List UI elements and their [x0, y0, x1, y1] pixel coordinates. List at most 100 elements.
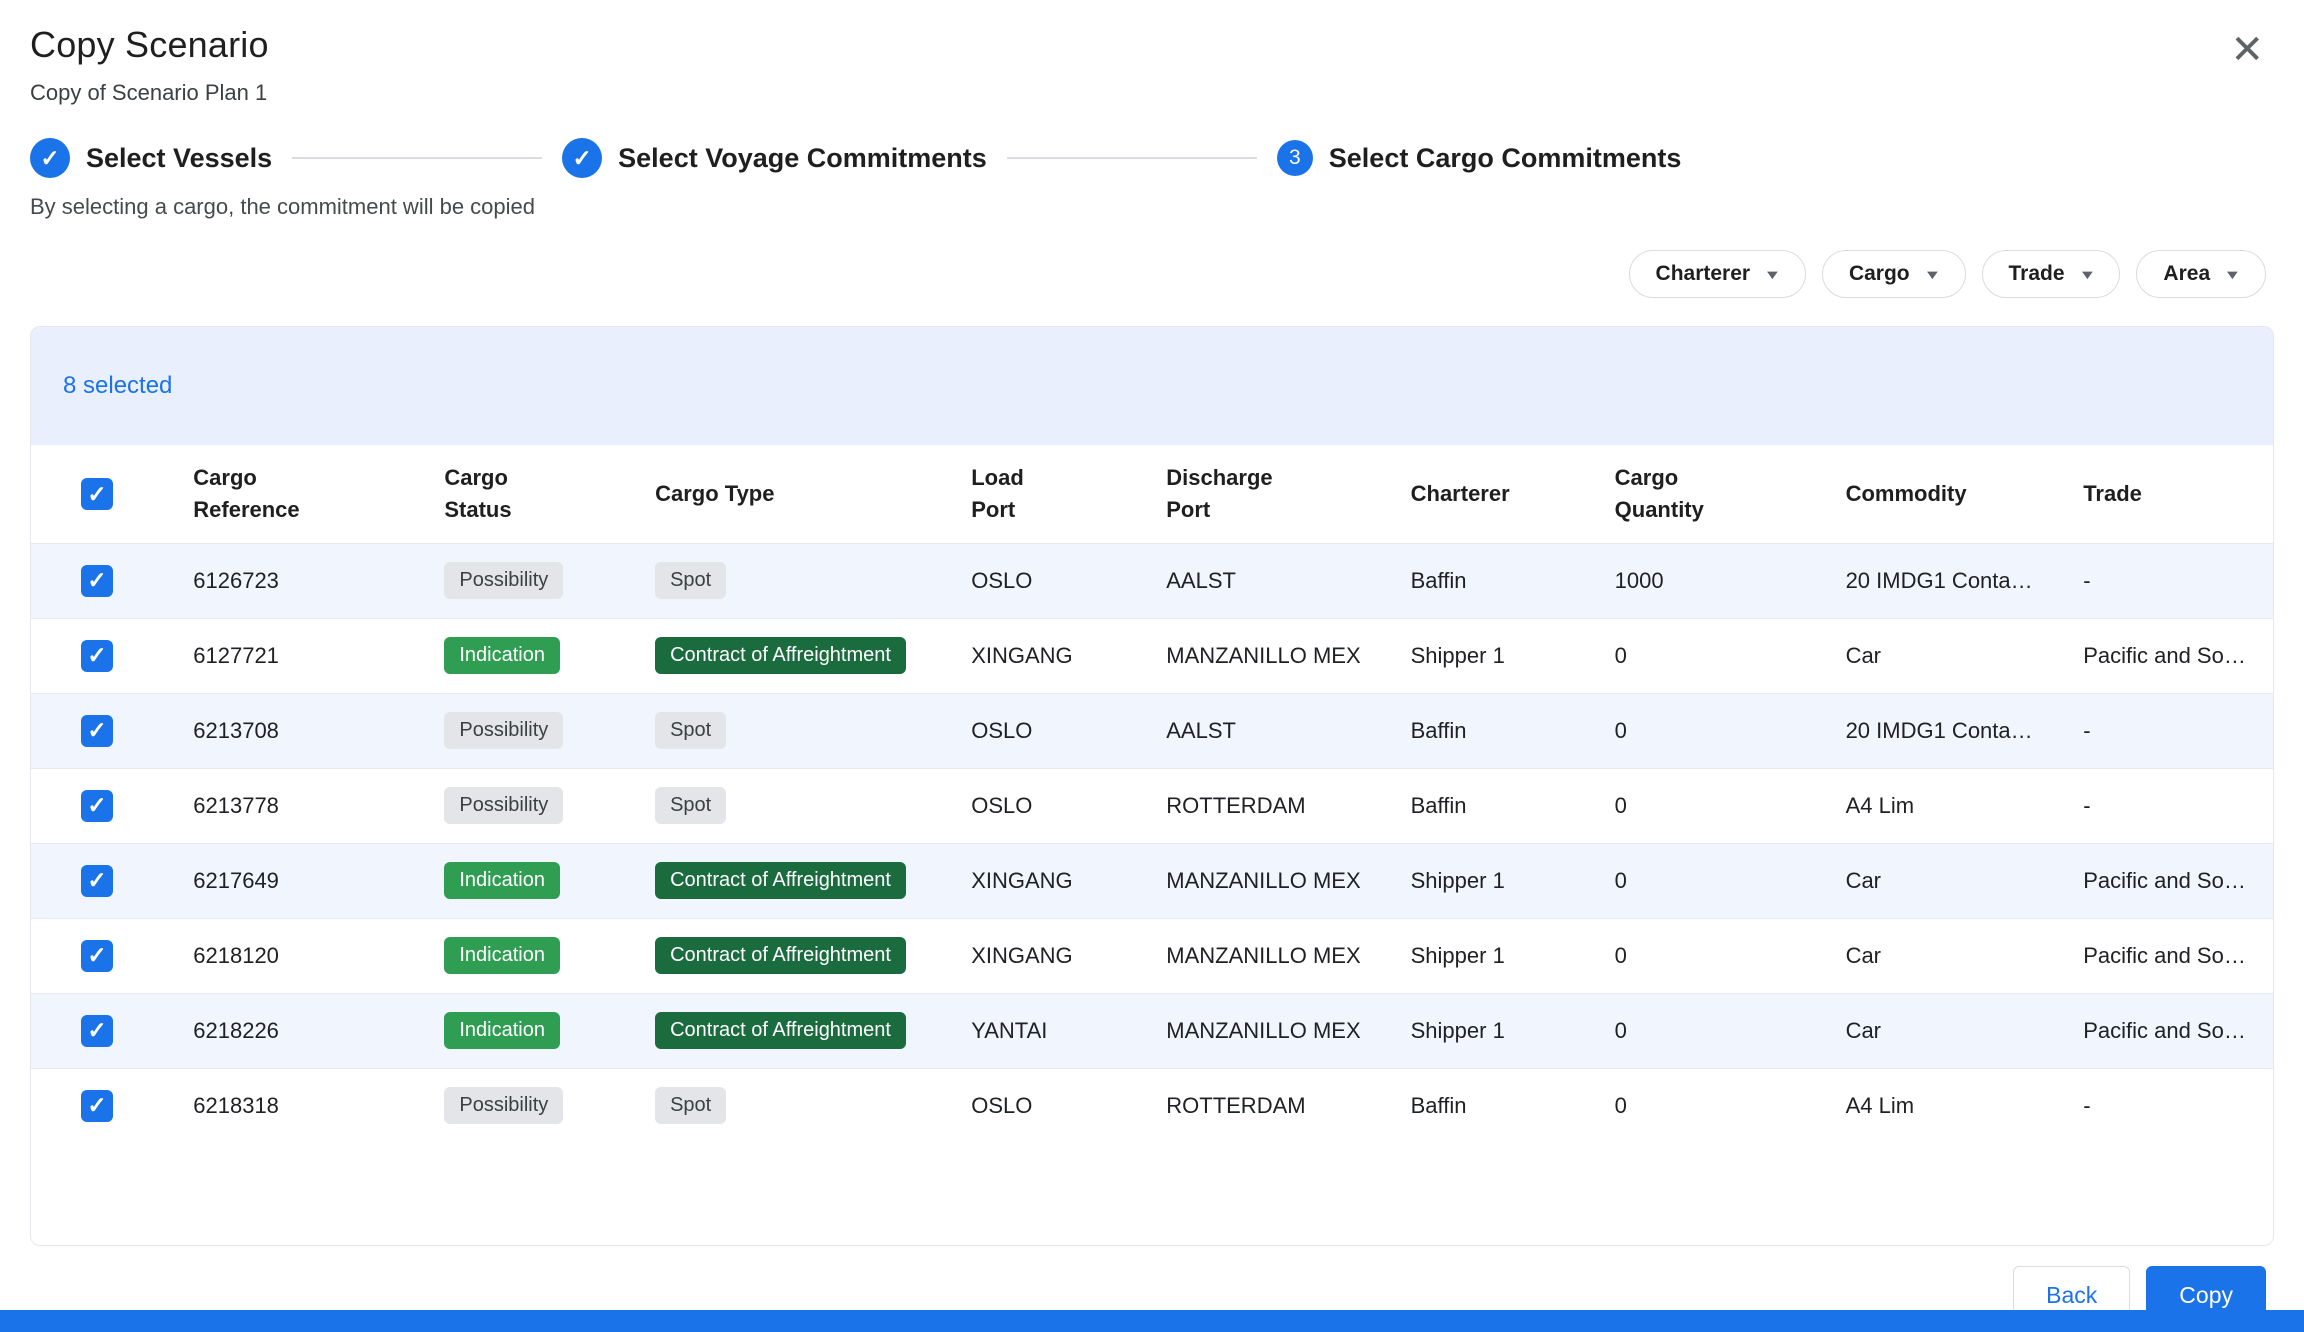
cell-cargo-type: Contract of Affreightment [625, 918, 941, 993]
cell-charterer: Shipper 1 [1381, 993, 1585, 1068]
cell-cargo-type: Contract of Affreightment [625, 618, 941, 693]
cell-cargo-type: Spot [625, 768, 941, 843]
cell-commodity: Car [1816, 618, 2054, 693]
column-header-cargo_type: Cargo Type [625, 445, 941, 543]
table-row[interactable]: ✓6213778PossibilitySpotOSLOROTTERDAMBaff… [31, 768, 2273, 843]
cell-commodity: A4 Lim [1816, 1068, 2054, 1143]
filter-row: Charterer▼ Cargo ▼ Trade▼ Area▼ [0, 250, 2266, 298]
cell-cargo-type: Contract of Affreightment [625, 843, 941, 918]
cargo-type-badge: Spot [655, 787, 726, 824]
filter-area-dropdown[interactable]: Area▼ [2136, 250, 2266, 298]
cargo-type-badge: Spot [655, 562, 726, 599]
row-checkbox[interactable]: ✓ [81, 640, 113, 672]
chevron-down-icon: ▼ [1764, 267, 1782, 282]
cell-load-port: OSLO [941, 693, 1136, 768]
cell-load-port: XINGANG [941, 618, 1136, 693]
cargo-status-badge: Indication [444, 862, 560, 899]
cargo-type-badge: Contract of Affreightment [655, 637, 906, 674]
selected-count: 8 selected [63, 372, 172, 400]
cargo-status-badge: Possibility [444, 787, 563, 824]
stepper-step-3[interactable]: 3Select Cargo Commitments [1277, 140, 1682, 176]
cargo-type-badge: Spot [655, 1087, 726, 1124]
cell-trade: - [2053, 543, 2273, 618]
row-checkbox[interactable]: ✓ [81, 940, 113, 972]
column-header-line: Commodity [1846, 478, 2054, 510]
cell-commodity: Car [1816, 993, 2054, 1068]
row-checkbox-cell: ✓ [31, 768, 163, 843]
cell-trade: Pacific and So… [2053, 618, 2273, 693]
cell-cargo-status: Possibility [414, 768, 625, 843]
cell-cargo-status: Indication [414, 918, 625, 993]
row-checkbox[interactable]: ✓ [81, 1015, 113, 1047]
step-complete-check-icon: ✓ [562, 138, 602, 178]
dialog-subtitle: Copy of Scenario Plan 1 [30, 80, 269, 106]
cell-charterer: Shipper 1 [1381, 843, 1585, 918]
cell-load-port: OSLO [941, 543, 1136, 618]
page-title: Copy Scenario [30, 24, 269, 66]
row-checkbox-cell: ✓ [31, 693, 163, 768]
cell-cargo-reference: 6213708 [163, 693, 414, 768]
table-header-row: ✓CargoReferenceCargoStatusCargo TypeLoad… [31, 445, 2273, 543]
filter-cargo-dropdown[interactable]: Cargo ▼ [1822, 250, 1966, 298]
chevron-down-icon: ▼ [1923, 267, 1941, 282]
column-header-load_port: LoadPort [941, 445, 1136, 543]
close-icon[interactable]: ✕ [2224, 24, 2270, 76]
cargo-type-badge: Contract of Affreightment [655, 862, 906, 899]
table-row[interactable]: ✓6126723PossibilitySpotOSLOAALSTBaffin10… [31, 543, 2273, 618]
select-all-checkbox[interactable]: ✓ [81, 478, 113, 510]
step-complete-check-icon: ✓ [30, 138, 70, 178]
cell-commodity: Car [1816, 843, 2054, 918]
column-header-charterer: Charterer [1381, 445, 1585, 543]
row-checkbox-cell: ✓ [31, 918, 163, 993]
filter-charterer-dropdown[interactable]: Charterer▼ [1629, 250, 1806, 298]
cell-cargo-quantity: 0 [1585, 918, 1816, 993]
cell-cargo-quantity: 0 [1585, 843, 1816, 918]
table-row[interactable]: ✓6213708PossibilitySpotOSLOAALSTBaffin02… [31, 693, 2273, 768]
table-row[interactable]: ✓6218318PossibilitySpotOSLOROTTERDAMBaff… [31, 1068, 2273, 1143]
cargo-status-badge: Indication [444, 1012, 560, 1049]
stepper-step-2[interactable]: ✓Select Voyage Commitments [562, 138, 987, 178]
row-checkbox[interactable]: ✓ [81, 715, 113, 747]
cell-cargo-reference: 6218318 [163, 1068, 414, 1143]
cell-cargo-reference: 6218120 [163, 918, 414, 993]
row-checkbox-cell: ✓ [31, 843, 163, 918]
filter-trade-dropdown[interactable]: Trade▼ [1982, 250, 2121, 298]
cell-discharge-port: MANZANILLO MEX [1136, 993, 1380, 1068]
cell-cargo-reference: 6126723 [163, 543, 414, 618]
cell-cargo-type: Spot [625, 543, 941, 618]
column-header-line: Status [444, 494, 625, 526]
row-checkbox[interactable]: ✓ [81, 865, 113, 897]
filter-label: Cargo [1849, 262, 1910, 286]
row-checkbox[interactable]: ✓ [81, 1090, 113, 1122]
stepper-step-1[interactable]: ✓ Select Vessels [30, 138, 272, 178]
row-checkbox[interactable]: ✓ [81, 565, 113, 597]
column-header-line: Load [971, 462, 1136, 494]
cell-cargo-reference: 6217649 [163, 843, 414, 918]
cargo-type-badge: Contract of Affreightment [655, 937, 906, 974]
step-label: Select Vessels [86, 143, 272, 174]
cell-commodity: 20 IMDG1 Conta… [1816, 693, 2054, 768]
column-header-discharge_port: DischargePort [1136, 445, 1380, 543]
cell-cargo-reference: 6213778 [163, 768, 414, 843]
column-header-line: Quantity [1615, 494, 1816, 526]
cell-load-port: OSLO [941, 1068, 1136, 1143]
cell-load-port: YANTAI [941, 993, 1136, 1068]
column-header-cargo_quantity: CargoQuantity [1585, 445, 1816, 543]
cell-discharge-port: AALST [1136, 543, 1380, 618]
table-row[interactable]: ✓6127721IndicationContract of Affreightm… [31, 618, 2273, 693]
column-header-line: Port [971, 494, 1136, 526]
cell-trade: - [2053, 1068, 2273, 1143]
column-header-commodity: Commodity [1816, 445, 2054, 543]
cell-discharge-port: MANZANILLO MEX [1136, 843, 1380, 918]
cell-cargo-type: Spot [625, 693, 941, 768]
cell-commodity: A4 Lim [1816, 768, 2054, 843]
chevron-down-icon: ▼ [2224, 267, 2242, 282]
row-checkbox[interactable]: ✓ [81, 790, 113, 822]
table-row[interactable]: ✓ 6217649 Indication Contract of Affreightm… [31, 843, 2273, 918]
cargo-type-badge: Spot [655, 712, 726, 749]
cell-cargo-quantity: 1000 [1585, 543, 1816, 618]
table-row[interactable]: ✓ 6218120Indication Contract of Affreightm… [31, 918, 2273, 993]
table-row[interactable]: ✓6218226IndicationContract of Affreightm… [31, 993, 2273, 1068]
cargo-commitments-table: ✓CargoReferenceCargoStatusCargo TypeLoad… [31, 445, 2273, 1143]
cell-trade: - [2053, 768, 2273, 843]
